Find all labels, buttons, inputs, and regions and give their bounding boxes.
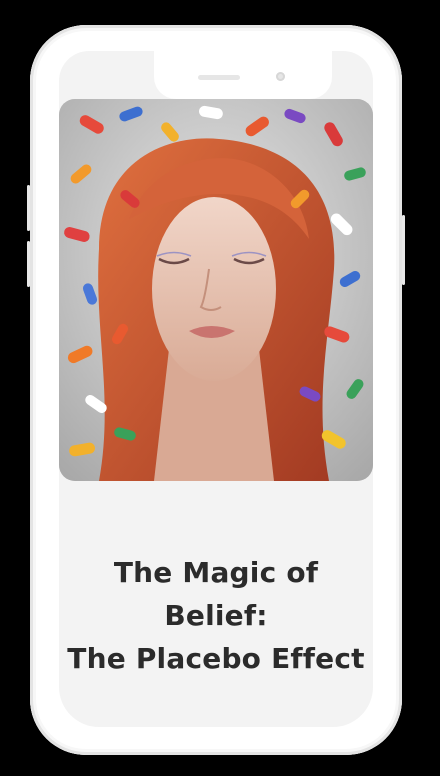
phone-screen: The Magic of Belief: The Placebo Effect xyxy=(59,51,373,727)
volume-button xyxy=(27,185,30,231)
title-line: Belief: xyxy=(164,599,268,632)
power-button xyxy=(402,215,405,285)
volume-button xyxy=(27,241,30,287)
title-line: The Placebo Effect xyxy=(67,642,365,675)
phone-notch xyxy=(154,51,332,99)
hero-image xyxy=(59,99,373,481)
article-title: The Magic of Belief: The Placebo Effect xyxy=(59,551,373,680)
title-line: The Magic of xyxy=(113,556,319,589)
speaker-grille xyxy=(198,75,240,80)
phone-frame: The Magic of Belief: The Placebo Effect xyxy=(27,25,405,755)
front-camera xyxy=(276,72,285,81)
